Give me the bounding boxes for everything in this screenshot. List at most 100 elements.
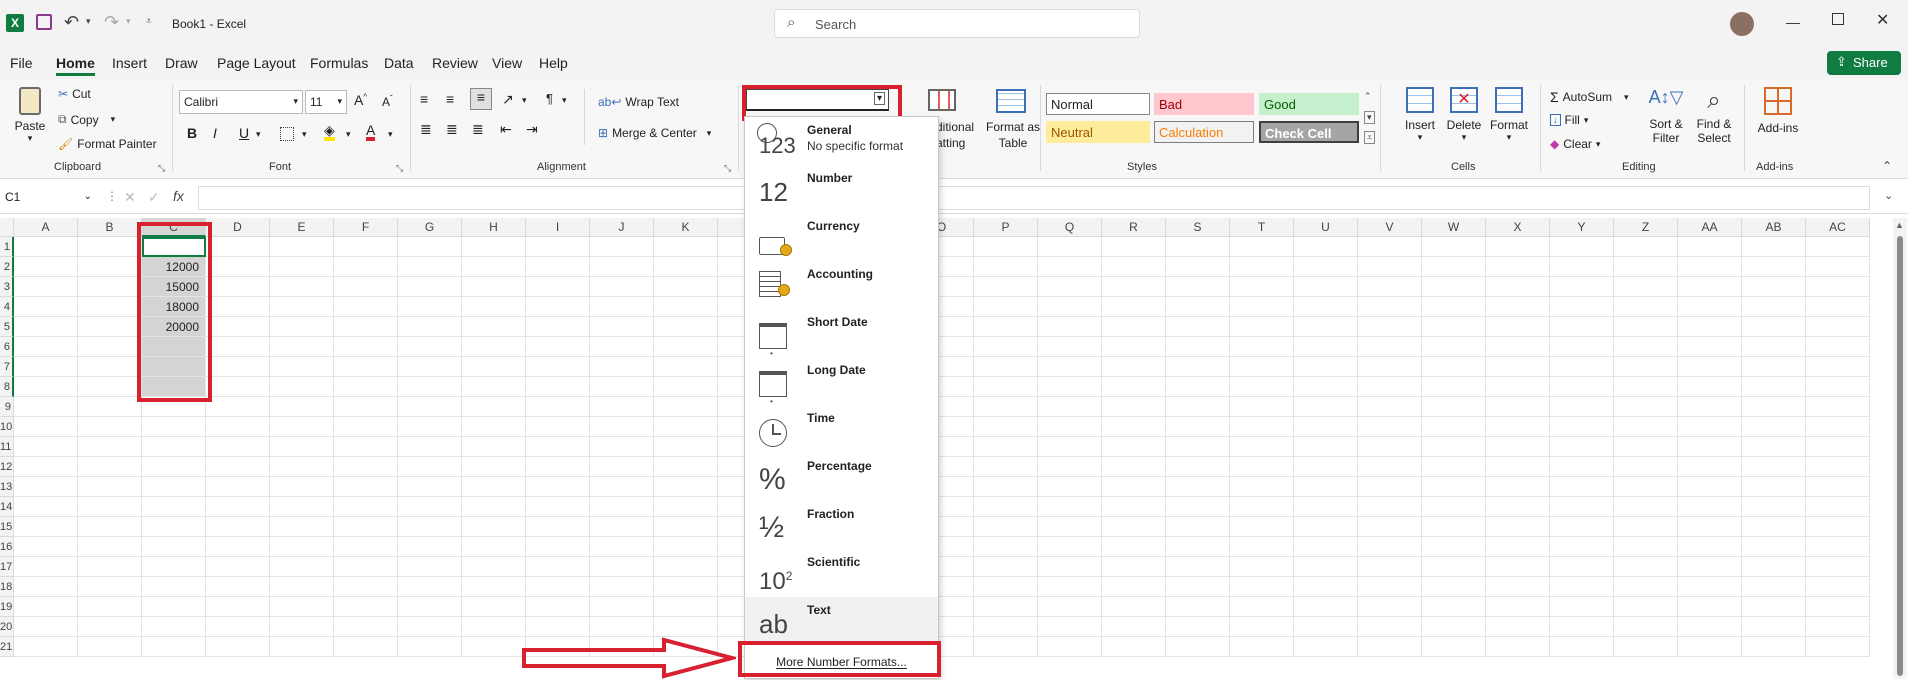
cell-f4[interactable]: [334, 297, 398, 317]
cell-q21[interactable]: [1038, 637, 1102, 657]
cell-a1[interactable]: [14, 237, 78, 257]
cell-s10[interactable]: [1166, 417, 1230, 437]
cell-u20[interactable]: [1294, 617, 1358, 637]
cell-g14[interactable]: [398, 497, 462, 517]
column-header-ab[interactable]: AB: [1742, 218, 1806, 237]
style-calculation[interactable]: Calculation: [1154, 121, 1254, 143]
avatar[interactable]: [1730, 12, 1754, 36]
cell-f9[interactable]: [334, 397, 398, 417]
cell-x11[interactable]: [1486, 437, 1550, 457]
tab-data[interactable]: Data: [384, 55, 414, 71]
column-header-h[interactable]: H: [462, 218, 526, 237]
chevron-down-icon[interactable]: ▾: [346, 129, 351, 140]
cell-f19[interactable]: [334, 597, 398, 617]
cell-b4[interactable]: [78, 297, 142, 317]
row-header-17[interactable]: 17: [0, 557, 14, 577]
cell-e18[interactable]: [270, 577, 334, 597]
conditional-formatting-icon[interactable]: [928, 89, 956, 111]
cell-ab21[interactable]: [1742, 637, 1806, 657]
cell-i2[interactable]: [526, 257, 590, 277]
cell-z3[interactable]: [1614, 277, 1678, 297]
cell-z18[interactable]: [1614, 577, 1678, 597]
cell-a19[interactable]: [14, 597, 78, 617]
column-header-k[interactable]: K: [654, 218, 718, 237]
cell-i6[interactable]: [526, 337, 590, 357]
cell-b11[interactable]: [78, 437, 142, 457]
cell-i16[interactable]: [526, 537, 590, 557]
cell-h21[interactable]: [462, 637, 526, 657]
cell-b5[interactable]: [78, 317, 142, 337]
cell-p4[interactable]: [974, 297, 1038, 317]
cell-e10[interactable]: [270, 417, 334, 437]
chevron-down-icon[interactable]: ▾: [562, 95, 567, 106]
cell-b6[interactable]: [78, 337, 142, 357]
cell-p15[interactable]: [974, 517, 1038, 537]
cell-z17[interactable]: [1614, 557, 1678, 577]
cell-d21[interactable]: [206, 637, 270, 657]
cell-p13[interactable]: [974, 477, 1038, 497]
cell-x17[interactable]: [1486, 557, 1550, 577]
cancel-icon[interactable]: ✕: [124, 189, 136, 206]
insert-function-icon[interactable]: fx: [173, 188, 184, 204]
scroll-thumb[interactable]: [1897, 236, 1903, 676]
cell-b20[interactable]: [78, 617, 142, 637]
cell-b12[interactable]: [78, 457, 142, 477]
cell-e16[interactable]: [270, 537, 334, 557]
cell-v12[interactable]: [1358, 457, 1422, 477]
minimize-icon[interactable]: —: [1786, 14, 1800, 30]
cell-f15[interactable]: [334, 517, 398, 537]
cell-r10[interactable]: [1102, 417, 1166, 437]
cell-y3[interactable]: [1550, 277, 1614, 297]
row-header-5[interactable]: 5: [0, 317, 14, 337]
cell-w2[interactable]: [1422, 257, 1486, 277]
column-header-x[interactable]: X: [1486, 218, 1550, 237]
cell-y9[interactable]: [1550, 397, 1614, 417]
cell-u15[interactable]: [1294, 517, 1358, 537]
cell-v19[interactable]: [1358, 597, 1422, 617]
cell-d20[interactable]: [206, 617, 270, 637]
cell-ab14[interactable]: [1742, 497, 1806, 517]
cell-y15[interactable]: [1550, 517, 1614, 537]
cell-h4[interactable]: [462, 297, 526, 317]
cell-c14[interactable]: [142, 497, 206, 517]
cell-z4[interactable]: [1614, 297, 1678, 317]
close-icon[interactable]: ✕: [1876, 10, 1889, 30]
scroll-up-icon[interactable]: ▲: [1895, 220, 1904, 230]
cell-f11[interactable]: [334, 437, 398, 457]
cell-f18[interactable]: [334, 577, 398, 597]
cell-x20[interactable]: [1486, 617, 1550, 637]
cell-t13[interactable]: [1230, 477, 1294, 497]
cell-ac16[interactable]: [1806, 537, 1870, 557]
cell-d13[interactable]: [206, 477, 270, 497]
cell-z7[interactable]: [1614, 357, 1678, 377]
cell-aa20[interactable]: [1678, 617, 1742, 637]
cell-f13[interactable]: [334, 477, 398, 497]
cell-z13[interactable]: [1614, 477, 1678, 497]
cell-s2[interactable]: [1166, 257, 1230, 277]
row-header-6[interactable]: 6: [0, 337, 14, 357]
cell-d3[interactable]: [206, 277, 270, 297]
italic-icon[interactable]: I: [213, 125, 217, 141]
row-header-16[interactable]: 16: [0, 537, 14, 557]
cell-g2[interactable]: [398, 257, 462, 277]
cell-q6[interactable]: [1038, 337, 1102, 357]
cell-y16[interactable]: [1550, 537, 1614, 557]
cell-z21[interactable]: [1614, 637, 1678, 657]
cell-v11[interactable]: [1358, 437, 1422, 457]
cell-aa11[interactable]: [1678, 437, 1742, 457]
cell-e6[interactable]: [270, 337, 334, 357]
cell-aa1[interactable]: [1678, 237, 1742, 257]
cell-u19[interactable]: [1294, 597, 1358, 617]
cell-h1[interactable]: [462, 237, 526, 257]
cell-z2[interactable]: [1614, 257, 1678, 277]
cell-v3[interactable]: [1358, 277, 1422, 297]
cell-p16[interactable]: [974, 537, 1038, 557]
cell-i3[interactable]: [526, 277, 590, 297]
cell-u12[interactable]: [1294, 457, 1358, 477]
align-right-icon[interactable]: ≣: [472, 121, 484, 138]
cell-r3[interactable]: [1102, 277, 1166, 297]
cell-k3[interactable]: [654, 277, 718, 297]
fill-color-icon[interactable]: ◈: [324, 123, 335, 141]
cell-r4[interactable]: [1102, 297, 1166, 317]
cell-h7[interactable]: [462, 357, 526, 377]
